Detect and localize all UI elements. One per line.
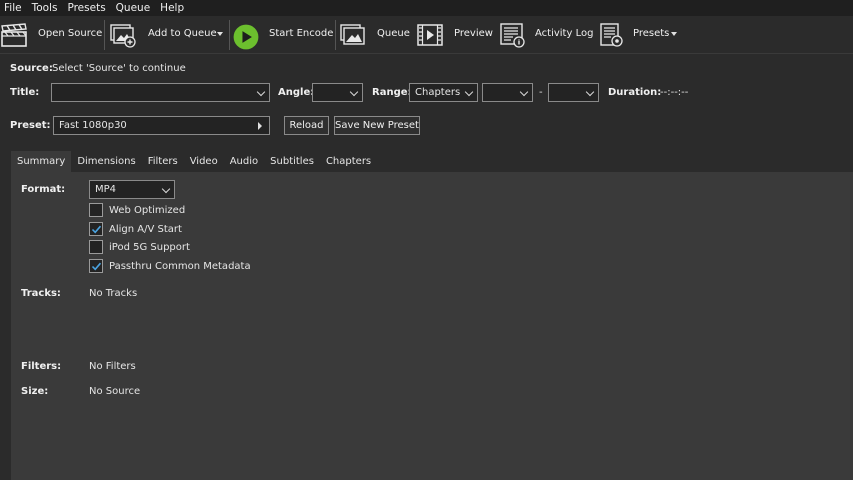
summary-panel: Format: MP4 Web Optimized Align A/V Star…	[11, 172, 853, 480]
save-new-preset-button[interactable]: Save New Preset	[334, 116, 420, 135]
chevron-down-icon	[256, 87, 266, 97]
source-value: Select 'Source' to continue	[52, 63, 186, 74]
filters-value: No Filters	[89, 361, 136, 372]
ipod-5g-support-label: iPod 5G Support	[109, 241, 190, 253]
ipod-5g-support-option[interactable]: iPod 5G Support	[89, 239, 190, 255]
web-optimized-option[interactable]: Web Optimized	[89, 202, 185, 218]
menu-tools[interactable]: Tools	[28, 0, 64, 16]
filters-label: Filters:	[21, 361, 62, 372]
toolbar-divider	[104, 20, 105, 50]
menu-bar: File Tools Presets Queue Help	[0, 0, 853, 16]
open-source-label: Open Source	[38, 28, 103, 39]
activity-log-icon	[500, 23, 525, 48]
presets-label: Presets	[633, 28, 670, 39]
size-value: No Source	[89, 386, 141, 397]
toolbar-divider	[229, 20, 230, 50]
align-av-start-option[interactable]: Align A/V Start	[89, 221, 182, 237]
toolbar: Open Source Add to Queue Start Encode Qu…	[0, 16, 853, 54]
presets-icon	[600, 23, 623, 47]
range-end-dropdown[interactable]	[548, 83, 599, 102]
format-dropdown[interactable]: MP4	[89, 180, 175, 199]
menu-help[interactable]: Help	[156, 0, 190, 16]
menu-file[interactable]: File	[0, 0, 28, 16]
angle-label: Angle:	[278, 87, 315, 98]
checkmark-icon	[91, 262, 102, 271]
queue-label: Queue	[377, 28, 410, 39]
chevron-down-icon[interactable]	[217, 32, 223, 36]
align-av-start-label: Align A/V Start	[109, 223, 182, 235]
tab-filters[interactable]: Filters	[142, 151, 184, 172]
tab-dimensions[interactable]: Dimensions	[71, 151, 141, 172]
chevron-down-icon[interactable]	[671, 32, 677, 36]
tab-summary[interactable]: Summary	[11, 151, 72, 172]
activity-log-label: Activity Log	[535, 28, 594, 39]
title-dropdown[interactable]	[51, 83, 270, 102]
passthru-metadata-checkbox[interactable]	[89, 259, 103, 273]
tracks-value: No Tracks	[89, 288, 138, 299]
range-separator: -	[539, 87, 543, 98]
queue-icon	[340, 24, 365, 45]
start-encode-label: Start Encode	[269, 28, 334, 39]
web-optimized-checkbox[interactable]	[89, 203, 103, 217]
reload-button[interactable]: Reload	[284, 116, 329, 135]
play-icon	[233, 24, 259, 50]
size-label: Size:	[21, 386, 49, 397]
format-label: Format:	[21, 184, 66, 195]
angle-dropdown[interactable]	[312, 83, 363, 102]
range-type-value: Chapters	[415, 87, 461, 98]
align-av-start-checkbox[interactable]	[89, 222, 103, 236]
range-start-dropdown[interactable]	[482, 83, 533, 102]
add-to-queue-icon	[110, 24, 136, 48]
web-optimized-label: Web Optimized	[109, 204, 186, 216]
tab-bar: Summary Dimensions Filters Video Audio S…	[11, 151, 377, 172]
duration-label: Duration:	[608, 87, 662, 98]
tab-video[interactable]: Video	[184, 151, 224, 172]
tab-subtitles[interactable]: Subtitles	[264, 151, 320, 172]
add-to-queue-label: Add to Queue	[148, 28, 217, 39]
passthru-metadata-option[interactable]: Passthru Common Metadata	[89, 258, 251, 274]
ipod-5g-support-checkbox[interactable]	[89, 240, 103, 254]
film-preview-icon	[417, 24, 443, 46]
clapperboard-icon	[1, 23, 27, 47]
tab-audio[interactable]: Audio	[224, 151, 264, 172]
tab-chapters[interactable]: Chapters	[320, 151, 377, 172]
source-label: Source:	[10, 63, 53, 74]
chevron-down-icon	[519, 87, 529, 97]
menu-presets[interactable]: Presets	[63, 0, 111, 16]
toolbar-divider	[335, 20, 336, 50]
chevron-down-icon	[349, 87, 359, 97]
preview-label: Preview	[454, 28, 493, 39]
preset-selector-value: Fast 1080p30	[59, 120, 127, 131]
range-type-dropdown[interactable]: Chapters	[409, 83, 478, 102]
duration-value: --:--:--	[660, 87, 689, 98]
chevron-down-icon	[161, 184, 171, 194]
chevron-down-icon	[585, 87, 595, 97]
checkmark-icon	[91, 225, 102, 234]
chevron-right-icon	[258, 122, 262, 130]
preset-selector[interactable]: Fast 1080p30	[53, 116, 270, 135]
format-dropdown-value: MP4	[95, 184, 117, 195]
preset-label: Preset:	[10, 120, 51, 131]
range-label: Range:	[372, 87, 412, 98]
title-label: Title:	[10, 87, 40, 98]
chevron-down-icon	[464, 87, 474, 97]
tracks-label: Tracks:	[21, 288, 61, 299]
passthru-metadata-label: Passthru Common Metadata	[109, 260, 251, 272]
menu-queue[interactable]: Queue	[112, 0, 157, 16]
